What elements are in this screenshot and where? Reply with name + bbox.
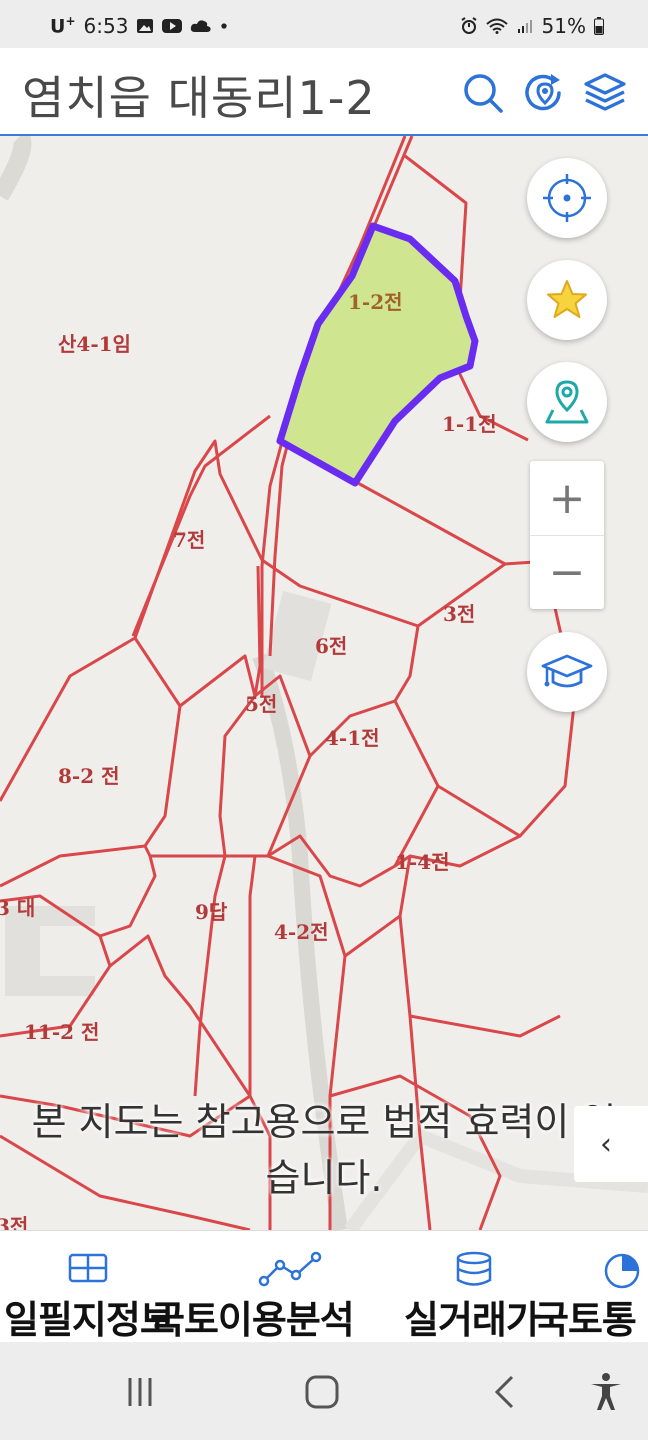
map-pin-icon — [545, 380, 589, 424]
cloud-icon — [191, 20, 211, 32]
system-nav-bar — [0, 1342, 648, 1440]
nav-item-land-stats[interactable]: 국토통 — [530, 1231, 648, 1343]
status-right: 51% — [460, 14, 604, 38]
gallery-icon — [137, 19, 154, 33]
side-panel-toggle[interactable]: ‹ — [574, 1106, 648, 1182]
status-time: 6:53 — [83, 14, 129, 38]
home-button[interactable] — [300, 1370, 344, 1414]
recent-apps-button[interactable] — [118, 1370, 162, 1414]
wifi-icon — [485, 18, 508, 34]
location-refresh-icon — [525, 74, 561, 111]
parcel-label: 7전 — [173, 528, 206, 552]
disclaimer-line-1: 본 지도는 참고용으로 법적 효력이 없 — [31, 1100, 617, 1144]
zoom-in-button[interactable]: + — [530, 461, 604, 535]
dot-icon — [221, 23, 228, 29]
parcel-label: 3 대 — [0, 896, 36, 920]
selected-parcel[interactable] — [276, 222, 479, 487]
star-icon — [547, 280, 587, 318]
disclaimer-line-2: 습니다. — [265, 1156, 383, 1200]
accessibility-button[interactable] — [584, 1370, 628, 1414]
nav-item-land-use-analysis[interactable]: 국토이용분석 — [150, 1231, 390, 1343]
parcel-label-selected: 1-2전 — [348, 290, 403, 314]
education-button[interactable] — [527, 632, 607, 712]
pie-chart-icon — [604, 1253, 640, 1289]
map-pin-button[interactable] — [527, 362, 607, 442]
parcel-label: 9답 — [195, 900, 228, 924]
zoom-out-button[interactable]: − — [530, 535, 604, 609]
parcel-label: 1-4전 — [395, 850, 450, 874]
signal-icon — [517, 20, 532, 33]
battery-percent: 51% — [541, 14, 586, 38]
parcel-label: 8-2 전 — [58, 764, 120, 788]
location-refresh-button[interactable] — [522, 70, 568, 116]
back-button[interactable] — [484, 1370, 524, 1414]
grid-icon — [68, 1253, 108, 1283]
map-disclaimer: 본 지도는 참고용으로 법적 효력이 없 습니다. — [0, 1094, 648, 1206]
nav-label: 국토이용분석 — [150, 1298, 355, 1342]
home-icon — [305, 1375, 339, 1409]
map-view[interactable]: 1-2전 산4-1임 1-1전 7전 3전 6전 5전 4-1전 8-2 전 1… — [0, 136, 648, 1230]
parcel-label: 4-1전 — [325, 726, 380, 750]
back-icon — [494, 1375, 514, 1409]
nav-item-parcel-info[interactable]: 일필지정보 — [0, 1231, 175, 1343]
parcel-label: 6전 — [315, 634, 348, 658]
parcel-label: 4-2전 — [274, 920, 329, 944]
status-left: U+ 6:53 — [50, 14, 232, 38]
status-bar: U+ 6:53 51% — [0, 0, 648, 48]
parcel-label: 산4-1임 — [58, 332, 131, 356]
parcel-label: 11-2 전 — [24, 1020, 100, 1044]
database-icon — [456, 1251, 492, 1286]
app-header: 염치읍 대동리1-2 — [0, 48, 648, 136]
search-icon — [464, 74, 503, 113]
nav-label: 실거래가 — [404, 1298, 541, 1342]
parcel-label: 1-1전 — [442, 412, 497, 436]
bottom-nav: 일필지정보 국토이용분석 실거래가 국토통 — [0, 1230, 648, 1342]
nav-item-real-transaction[interactable]: 실거래가 — [390, 1231, 541, 1343]
graduation-cap-icon — [541, 654, 593, 688]
parcel-label: 5전 — [245, 692, 278, 716]
parcel-label: 3전 — [0, 1214, 29, 1230]
zoom-controls: + − — [530, 461, 604, 609]
chevron-left-icon: ‹ — [600, 1126, 612, 1162]
crosshair-icon — [543, 174, 591, 222]
youtube-icon — [162, 19, 183, 33]
layers-icon — [584, 73, 626, 111]
favorites-button[interactable] — [527, 260, 607, 340]
line-chart-icon — [258, 1251, 322, 1287]
page-title: 염치읍 대동리1-2 — [22, 71, 376, 125]
carrier: U+ — [50, 14, 76, 38]
battery-icon — [594, 17, 604, 35]
alarm-icon — [460, 17, 477, 34]
parcel-label: 3전 — [443, 602, 476, 626]
nav-label: 국토통 — [534, 1298, 637, 1342]
recent-apps-icon — [128, 1378, 152, 1406]
accessibility-icon — [591, 1373, 621, 1410]
current-location-button[interactable] — [527, 158, 607, 238]
layers-button[interactable] — [582, 70, 628, 116]
nav-label: 일필지정보 — [4, 1298, 175, 1342]
search-button[interactable] — [460, 70, 506, 116]
